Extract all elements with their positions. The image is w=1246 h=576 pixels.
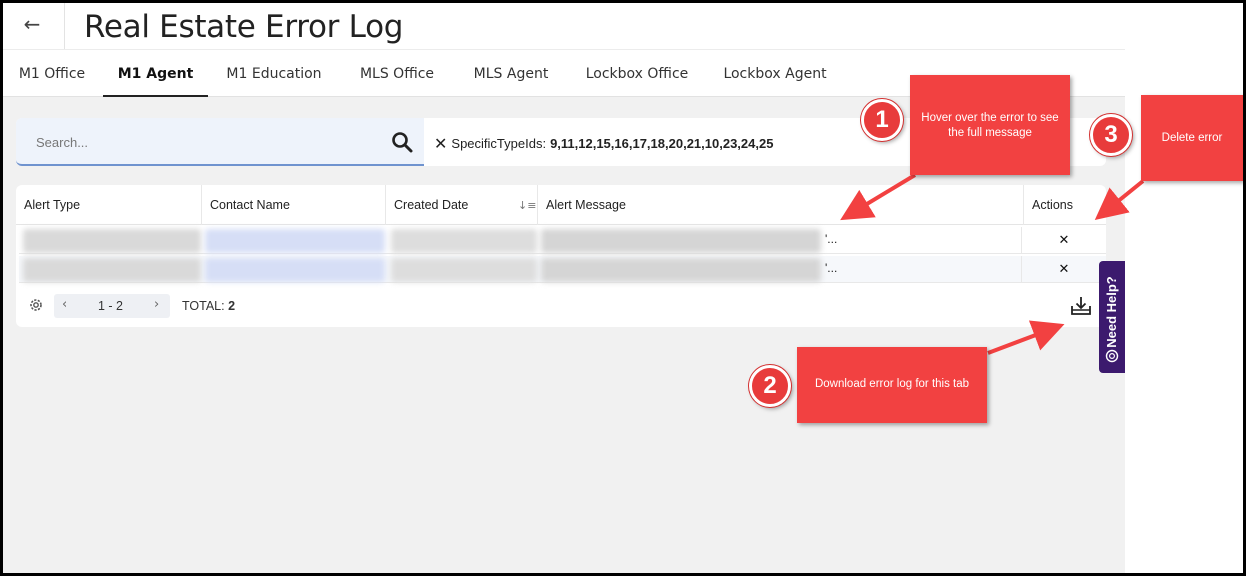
delete-error-button[interactable]: ✕: [1021, 227, 1106, 254]
search-icon[interactable]: [390, 130, 414, 154]
need-help-label: Need Help?: [1104, 276, 1119, 348]
chevron-right-icon[interactable]: ›: [154, 297, 159, 312]
pagination: ‹ 1 - 2 ›: [54, 294, 170, 318]
tab-mls-agent[interactable]: MLS Agent: [461, 59, 561, 97]
table-header: Alert Type Contact Name Created Date ↓≡ …: [16, 185, 1106, 225]
column-contact-name[interactable]: Contact Name: [202, 185, 386, 225]
blurred-contact-name: [205, 258, 385, 282]
need-help-tab[interactable]: Need Help?: [1099, 261, 1125, 373]
blurred-alert-type: [23, 258, 201, 282]
blurred-alert-message: [541, 258, 821, 282]
page-title: Real Estate Error Log: [84, 9, 404, 45]
message-truncation[interactable]: '...: [825, 261, 837, 275]
blurred-created-date: [391, 229, 537, 253]
table-row[interactable]: '... ✕: [19, 227, 1106, 254]
tab-m1-agent[interactable]: M1 Agent: [103, 59, 208, 97]
callout-delete-error: Delete error: [1141, 95, 1243, 181]
table-footer: ‹ 1 - 2 › TOTAL: 2: [16, 285, 1106, 327]
callout-download-log: Download error log for this tab: [797, 347, 987, 423]
column-actions: Actions: [1032, 198, 1073, 212]
tab-lockbox-office[interactable]: Lockbox Office: [573, 59, 701, 97]
table-row[interactable]: '... ✕: [19, 256, 1106, 283]
tab-m1-office[interactable]: M1 Office: [3, 59, 101, 97]
page-range: 1 - 2: [98, 299, 124, 313]
tab-mls-office[interactable]: MLS Office: [343, 59, 451, 97]
column-alert-message[interactable]: Alert Message: [538, 185, 1024, 225]
search-input[interactable]: [36, 130, 376, 154]
callout-badge-3: 3: [1090, 114, 1132, 156]
blurred-created-date: [391, 258, 537, 282]
blurred-contact-name: [205, 229, 385, 253]
gear-icon[interactable]: [28, 297, 44, 313]
callout-badge-1: 1: [861, 99, 903, 141]
search-box: [16, 118, 424, 166]
total-count: TOTAL: 2: [182, 299, 235, 313]
column-alert-type[interactable]: Alert Type: [16, 185, 202, 225]
filter-values: 9,11,12,15,16,17,18,20,21,10,23,24,25: [550, 135, 774, 151]
header-bottom-divider: [3, 49, 1125, 50]
total-label: TOTAL:: [182, 299, 225, 313]
chevron-left-icon[interactable]: ‹: [62, 297, 67, 312]
error-table: Alert Type Contact Name Created Date ↓≡ …: [16, 185, 1106, 327]
remove-filter-icon[interactable]: ✕: [434, 134, 447, 153]
screenshot-frame: ← Real Estate Error Log M1 Office M1 Age…: [3, 3, 1243, 573]
callout-hover-message: Hover over the error to see the full mes…: [910, 75, 1070, 175]
tab-lockbox-agent[interactable]: Lockbox Agent: [711, 59, 839, 97]
message-truncation[interactable]: '...: [825, 232, 837, 246]
column-created-date[interactable]: Created Date: [386, 185, 538, 225]
delete-error-button[interactable]: ✕: [1021, 256, 1106, 283]
header-divider: [64, 3, 65, 49]
blurred-alert-message: [541, 229, 821, 253]
lifebuoy-icon: [1105, 349, 1119, 363]
sort-icon[interactable]: ↓≡: [518, 199, 536, 212]
back-arrow-icon[interactable]: ←: [17, 9, 47, 39]
blurred-alert-type: [23, 229, 201, 253]
tab-m1-education[interactable]: M1 Education: [215, 59, 333, 97]
filter-chip: ✕ SpecificTypeIds: 9,11,12,15,16,17,18,2…: [434, 133, 773, 153]
total-value: 2: [228, 299, 236, 313]
download-icon[interactable]: [1070, 295, 1092, 317]
callout-badge-2: 2: [749, 365, 791, 407]
filter-label: SpecificTypeIds:: [451, 135, 547, 151]
